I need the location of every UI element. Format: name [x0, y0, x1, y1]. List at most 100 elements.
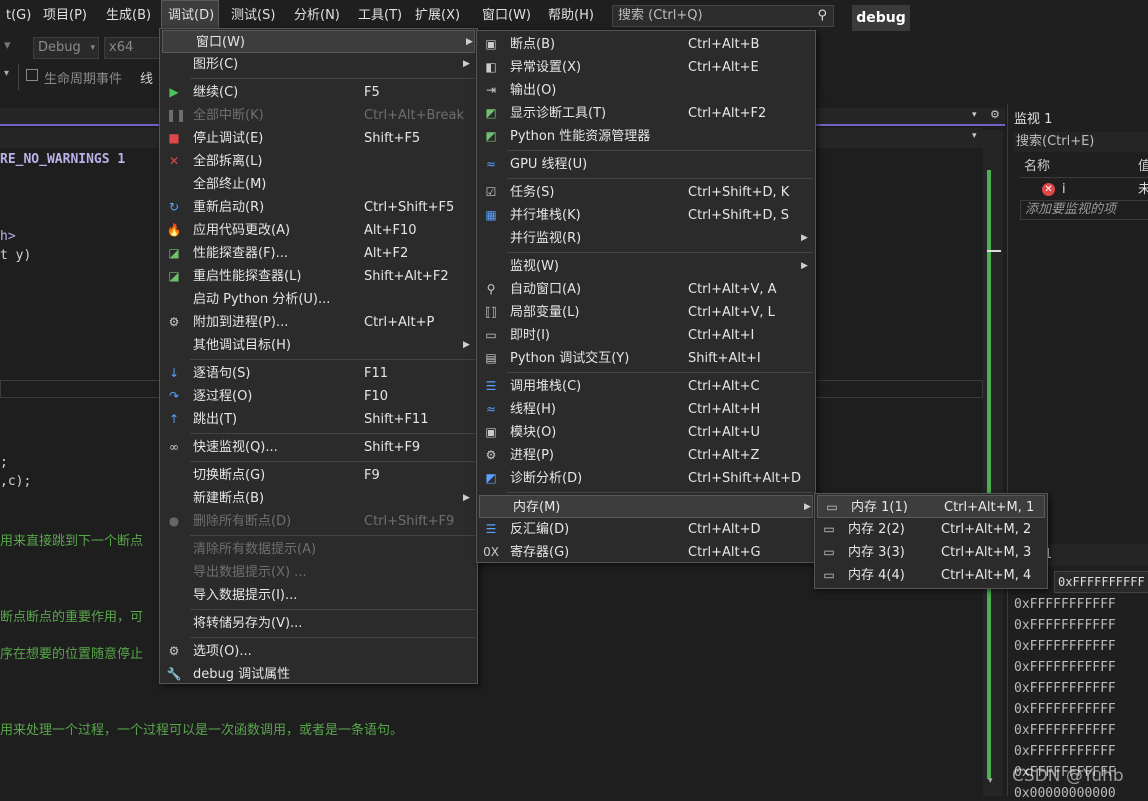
menu-item-label: 停止调试(E): [193, 131, 264, 146]
submenu-arrow-icon: ▶: [463, 59, 470, 69]
chevron-down-icon[interactable]: ▾: [972, 110, 977, 120]
windows-menu-item[interactable]: 并行监视(R) ▶: [477, 227, 815, 250]
memory-menu-item[interactable]: ▭ 内存 1(1) Ctrl+Alt+M, 1: [817, 495, 1045, 518]
watch-row[interactable]: ✕ i 未: [1020, 179, 1148, 200]
debug-menu-item[interactable]: 清除所有数据提示(A): [160, 538, 477, 561]
windows-menu-item[interactable]: 0X 寄存器(G) Ctrl+Alt+G: [477, 541, 815, 564]
debug-menu-item[interactable]: 新建断点(B) ▶: [160, 487, 477, 510]
debug-menu-item[interactable]: ◪ 性能探查器(F)... Alt+F2: [160, 242, 477, 265]
debug-menu-item[interactable]: 切换断点(G) F9: [160, 464, 477, 487]
windows-menu-item[interactable]: 监视(W) ▶: [477, 255, 815, 278]
menu-separator: [507, 372, 813, 373]
menu-item-label: 显示诊断工具(T): [510, 106, 607, 121]
debug-menu-item[interactable]: 导出数据提示(X) ...: [160, 561, 477, 584]
configuration-value: Debug: [38, 40, 81, 55]
windows-menu-item[interactable]: ≈ 线程(H) Ctrl+Alt+H: [477, 398, 815, 421]
windows-menu-item[interactable]: ⟦⟧ 局部变量(L) Ctrl+Alt+V, L: [477, 301, 815, 324]
windows-menu-item[interactable]: ◩ Python 性能资源管理器: [477, 125, 815, 148]
windows-menu-item[interactable]: ◩ 诊断分析(D) Ctrl+Shift+Alt+D: [477, 467, 815, 490]
menu-item-label: 模块(O): [510, 425, 557, 440]
menu-item-label: 重启性能探查器(L): [193, 269, 302, 284]
menu-item[interactable]: 生成(B): [100, 0, 157, 32]
menu-item-label: 逐过程(O): [193, 389, 253, 404]
watch-search-input[interactable]: 搜索(Ctrl+E): [1014, 132, 1148, 152]
windows-menu-item[interactable]: ⚙ 进程(P) Ctrl+Alt+Z: [477, 444, 815, 467]
menu-item[interactable]: 帮助(H): [542, 0, 600, 32]
code-comment-1: 用来直接跳到下一个断点: [0, 534, 144, 549]
scroll-down-icon[interactable]: ▾: [988, 776, 993, 786]
debug-menu-item[interactable]: ↻ 重新启动(R) Ctrl+Shift+F5: [160, 196, 477, 219]
windows-menu-item[interactable]: ☰ 调用堆栈(C) Ctrl+Alt+C: [477, 375, 815, 398]
lifecycle-events-button[interactable]: 生命周期事件: [44, 68, 122, 87]
debug-menu-item[interactable]: 全部终止(M): [160, 173, 477, 196]
windows-menu-item[interactable]: ◧ 异常设置(X) Ctrl+Alt+E: [477, 56, 815, 79]
editor-scrollbar[interactable]: ▾: [983, 130, 1003, 796]
memory-address-input[interactable]: 0xFFFFFFFFFF: [1054, 571, 1148, 593]
memory-row: 0xFFFFFFFFFFF: [1014, 702, 1116, 717]
menu-item[interactable]: 窗口(W): [476, 0, 537, 32]
debug-menu-item[interactable]: ● 删除所有断点(D) Ctrl+Shift+F9: [160, 510, 477, 533]
debug-menu-item[interactable]: 窗口(W) ▶: [162, 30, 475, 53]
debug-menu-item[interactable]: ⚙ 附加到进程(P)... Ctrl+Alt+P: [160, 311, 477, 334]
windows-menu-item[interactable]: ▭ 即时(I) Ctrl+Alt+I: [477, 324, 815, 347]
memory-icon: ▭: [826, 500, 838, 514]
windows-menu-item[interactable]: 内存(M) ▶: [479, 495, 813, 518]
dropdown-arrow-icon[interactable]: ▾: [4, 38, 11, 53]
menu-item-shortcut: Ctrl+Alt+F2: [688, 106, 767, 121]
windows-menu-item[interactable]: ⇥ 输出(O): [477, 79, 815, 102]
menu-separator: [190, 461, 475, 462]
windows-menu-item[interactable]: ▣ 模块(O) Ctrl+Alt+U: [477, 421, 815, 444]
debug-menu-item[interactable]: 图形(C) ▶: [160, 53, 477, 76]
menu-item[interactable]: 项目(P): [37, 0, 93, 32]
menu-separator: [507, 252, 813, 253]
configuration-combo[interactable]: Debug ▾: [33, 37, 99, 59]
debug-menu-item[interactable]: ↓ 逐语句(S) F11: [160, 362, 477, 385]
debug-menu-item[interactable]: ⚙ 选项(O)...: [160, 640, 477, 663]
platform-combo[interactable]: x64: [104, 37, 162, 59]
debug-menu-item[interactable]: ◪ 重启性能探查器(L) Shift+Alt+F2: [160, 265, 477, 288]
chevron-down-icon[interactable]: ▾: [972, 131, 977, 141]
debug-menu-item[interactable]: 启动 Python 分析(U)...: [160, 288, 477, 311]
debug-menu-item[interactable]: 其他调试目标(H) ▶: [160, 334, 477, 357]
memory-menu-item[interactable]: ▭ 内存 2(2) Ctrl+Alt+M, 2: [815, 518, 1047, 541]
windows-menu-item[interactable]: ☑ 任务(S) Ctrl+Shift+D, K: [477, 181, 815, 204]
glasses-icon: ∞: [169, 440, 179, 454]
windows-menu-item[interactable]: ▣ 断点(B) Ctrl+Alt+B: [477, 33, 815, 56]
windows-menu-item[interactable]: ⚲ 自动窗口(A) Ctrl+Alt+V, A: [477, 278, 815, 301]
menu-item-shortcut: F9: [364, 468, 380, 483]
windows-menu-item[interactable]: ▤ Python 调试交互(Y) Shift+Alt+I: [477, 347, 815, 370]
debug-menu-item[interactable]: 导入数据提示(I)...: [160, 584, 477, 607]
dropdown-arrow-icon[interactable]: ▾: [4, 68, 9, 79]
search-box[interactable]: 搜索 (Ctrl+Q) ⚲: [612, 5, 834, 27]
menu-separator: [190, 535, 475, 536]
windows-menu-item[interactable]: ☰ 反汇编(D) Ctrl+Alt+D: [477, 518, 815, 541]
menu-item[interactable]: t(G): [0, 0, 37, 32]
memory-menu-item[interactable]: ▭ 内存 3(3) Ctrl+Alt+M, 3: [815, 541, 1047, 564]
debug-menu-item[interactable]: ↑ 跳出(T) Shift+F11: [160, 408, 477, 431]
debug-menu-item[interactable]: ■ 停止调试(E) Shift+F5: [160, 127, 477, 150]
debug-menu-item[interactable]: ↷ 逐过程(O) F10: [160, 385, 477, 408]
watch-add-item[interactable]: 添加要监视的项: [1020, 200, 1148, 220]
debug-menu-item[interactable]: ❚❚ 全部中断(K) Ctrl+Alt+Break: [160, 104, 477, 127]
debug-menu-item[interactable]: ∞ 快速监视(Q)... Shift+F9: [160, 436, 477, 459]
config-badge[interactable]: debug: [852, 5, 910, 31]
debug-menu-item[interactable]: ▶ 继续(C) F5: [160, 81, 477, 104]
windows-menu-item[interactable]: ◩ 显示诊断工具(T) Ctrl+Alt+F2: [477, 102, 815, 125]
debug-menu-item[interactable]: 将转储另存为(V)...: [160, 612, 477, 635]
tasks-icon: ☑: [485, 185, 497, 199]
debug-menu-item[interactable]: 🔥 应用代码更改(A) Alt+F10: [160, 219, 477, 242]
gear-icon[interactable]: ⚙: [990, 108, 1000, 121]
profiler-restart-icon: ◪: [168, 269, 180, 283]
menu-item-label: 附加到进程(P)...: [193, 315, 289, 330]
windows-menu-item[interactable]: ▦ 并行堆栈(K) Ctrl+Shift+D, S: [477, 204, 815, 227]
code-comment-4: 用来处理一个过程，一个过程可以是一次函数调用，或者是一条语句。: [0, 723, 404, 738]
memory-menu-item[interactable]: ▭ 内存 4(4) Ctrl+Alt+M, 4: [815, 564, 1047, 587]
menu-item-shortcut: Shift+Alt+I: [688, 351, 761, 366]
menu-item-label: 删除所有断点(D): [193, 514, 292, 529]
memory-icon: ▭: [823, 522, 835, 536]
scroll-position-marker: [987, 250, 1001, 252]
debug-menu-item[interactable]: ✕ 全部拆离(L): [160, 150, 477, 173]
windows-menu-item[interactable]: ≈ GPU 线程(U): [477, 153, 815, 176]
memory-icon: ▭: [823, 568, 835, 582]
debug-menu-item[interactable]: 🔧 debug 调试属性: [160, 663, 477, 686]
